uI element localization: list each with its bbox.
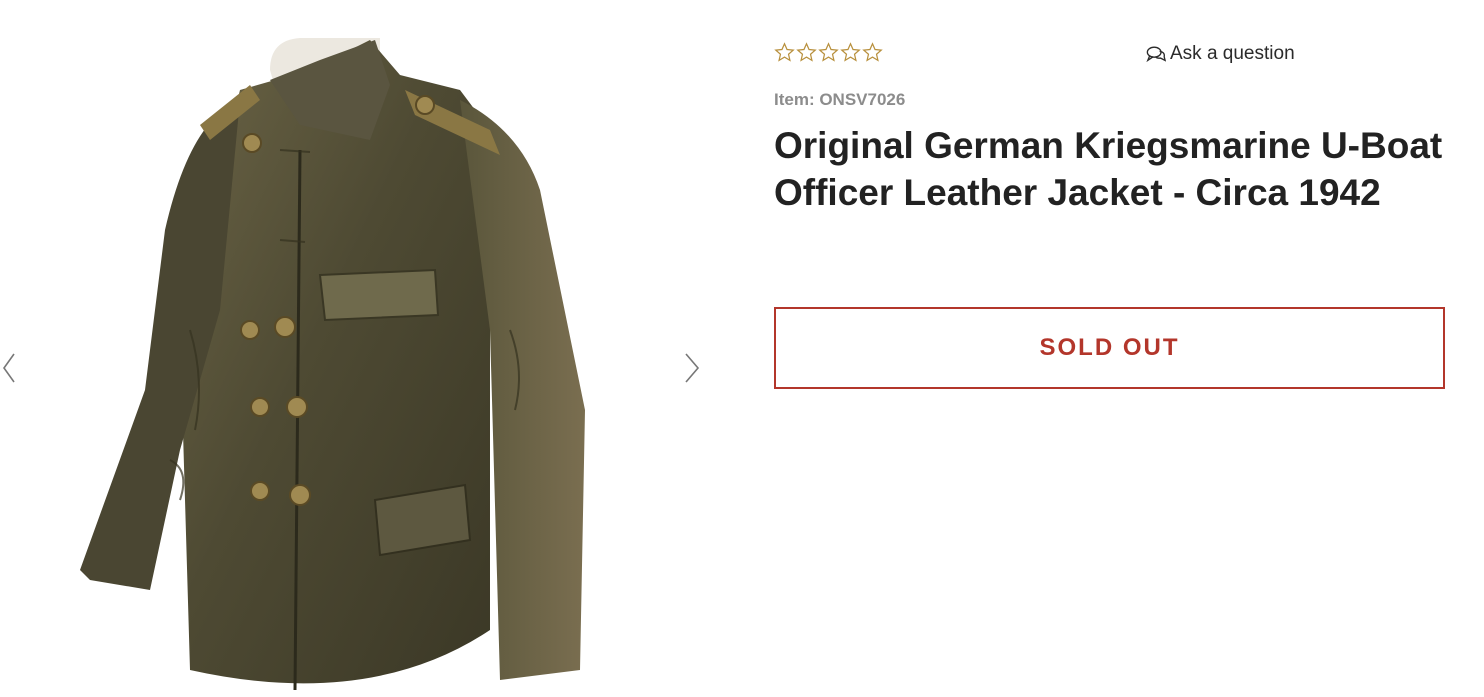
chevron-left-icon[interactable] (0, 350, 22, 386)
product-info: Ask a question Item: ONSV7026 Original G… (774, 40, 1454, 389)
rating-row: Ask a question (774, 40, 1454, 70)
star-rating (774, 42, 883, 63)
product-page: Ask a question Item: ONSV7026 Original G… (0, 0, 1484, 697)
item-number: Item: ONSV7026 (774, 90, 906, 109)
star-outline-icon[interactable] (818, 42, 839, 63)
star-outline-icon[interactable] (840, 42, 861, 63)
ask-question-label: Ask a question (1170, 43, 1295, 64)
star-outline-icon[interactable] (862, 42, 883, 63)
sold-out-button[interactable]: SOLD OUT (774, 307, 1445, 389)
product-title: Original German Kriegsmarine U-Boat Offi… (774, 125, 1443, 213)
chat-bubbles-icon (1146, 46, 1166, 63)
chevron-right-icon[interactable] (680, 350, 702, 386)
ask-question-link[interactable]: Ask a question (1146, 43, 1295, 65)
product-gallery (0, 0, 720, 697)
star-outline-icon[interactable] (774, 42, 795, 63)
star-outline-icon[interactable] (796, 42, 817, 63)
product-image[interactable] (70, 30, 600, 697)
